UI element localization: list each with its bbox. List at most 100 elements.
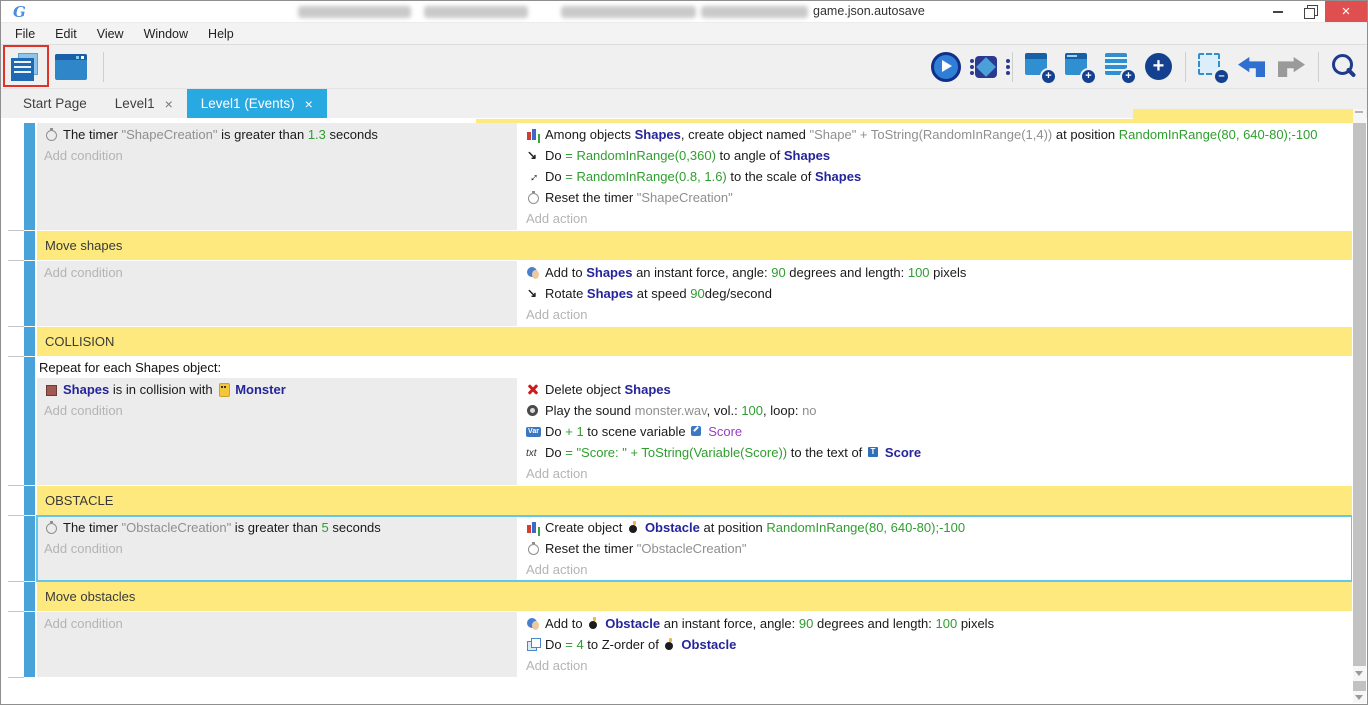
add-event-icon[interactable] [1023,51,1055,83]
text-segment: + 1 [565,424,583,439]
condition-line[interactable]: The timer "ShapeCreation" is greater tha… [37,124,517,145]
vertical-scrollbar[interactable] [1353,109,1366,703]
text-segment: Reset the timer [545,541,637,556]
event-row[interactable]: The timer "ShapeCreation" is greater tha… [2,123,1352,230]
comment-box[interactable]: OBSTACLE [37,486,1352,515]
action-line[interactable]: Play the sound monster.wav, vol.: 100, l… [519,400,1352,421]
add-action-button[interactable]: Add action [519,208,1352,229]
action-line[interactable]: Delete object Shapes [519,379,1352,400]
text-segment: "ObstacleCreation" [122,520,232,535]
action-line[interactable]: Add to Obstacle an instant force, angle:… [519,613,1352,634]
condition-line[interactable]: Shapes is in collision with Monster [37,379,517,400]
scrollbar-thumb[interactable] [1353,123,1366,666]
text-segment: RandomInRange(80, 640-80);-100 [766,520,965,535]
comment-row[interactable]: OBSTACLE [2,486,1352,515]
action-line[interactable]: Among objects Shapes, create object name… [519,124,1352,145]
action-line[interactable]: Rotate Shapes at speed 90deg/second [519,283,1352,304]
text-segment: Shapes [586,265,632,280]
comment-label: Move obstacles [45,589,135,604]
event-row[interactable]: Repeat for each Shapes object:Shapes is … [2,357,1352,485]
add-condition-button[interactable]: Add condition [37,613,517,634]
text-segment: Do [545,169,565,184]
partial-comment-row [476,119,1353,123]
toolbar-separator [1185,52,1186,82]
add-subevent-icon[interactable] [1063,51,1095,83]
condition-line[interactable]: The timer "ObstacleCreation" is greater … [37,517,517,538]
tab-close-icon[interactable] [165,97,173,111]
scrollbar-thumb-fragment[interactable] [1353,681,1366,691]
add-action-button[interactable]: Add action [519,304,1352,325]
action-line[interactable]: Add to Shapes an instant force, angle: 9… [519,262,1352,283]
event-handle[interactable] [24,612,35,677]
comment-box[interactable]: Move shapes [37,231,1352,260]
tab-level1[interactable]: Level1 [101,89,187,118]
comment-box[interactable]: COLLISION [37,327,1352,356]
event-handle[interactable] [24,357,35,485]
scroll-down-arrow-icon[interactable] [1355,671,1363,676]
comment-row[interactable]: Move obstacles [2,582,1352,611]
action-line[interactable]: Create object Obstacle at position Rando… [519,517,1352,538]
event-handle[interactable] [24,231,35,260]
scroll-down-arrow-icon[interactable] [1355,695,1363,700]
add-action-button[interactable]: Add action [519,559,1352,580]
event-handle[interactable] [24,516,35,581]
scene-var-icon [689,425,704,438]
angle-icon [526,149,541,162]
action-line[interactable]: Reset the timer "ShapeCreation" [519,187,1352,208]
add-condition-button[interactable]: Add condition [37,400,517,421]
menu-edit[interactable]: Edit [45,27,87,41]
text-segment: 1.3 [308,127,326,142]
text-segment: Do [545,637,565,652]
add-action-button[interactable]: Add action [519,463,1352,484]
action-line[interactable]: Do = "Score: " + ToString(Variable(Score… [519,442,1352,463]
event-handle[interactable] [24,327,35,356]
comment-row[interactable]: COLLISION [2,327,1352,356]
event-handle[interactable] [24,261,35,326]
remove-event-icon[interactable] [1196,51,1228,83]
undo-icon[interactable] [1236,51,1268,83]
maximize-button[interactable] [1293,1,1323,22]
timer-icon [526,542,541,555]
event-handle[interactable] [24,123,35,230]
event-handle[interactable] [24,582,35,611]
comment-box[interactable]: Move obstacles [37,582,1352,611]
add-action-button[interactable]: Add action [519,655,1352,676]
event-row[interactable]: Add conditionAdd to Obstacle an instant … [2,612,1352,677]
tab-level1-events[interactable]: Level1 (Events) [187,89,327,118]
menu-help[interactable]: Help [198,27,244,41]
action-line[interactable]: Reset the timer "ObstacleCreation" [519,538,1352,559]
minimize-button[interactable] [1263,1,1293,22]
close-button[interactable] [1325,1,1367,22]
text-segment: "ShapeCreation" [637,190,733,205]
menu-file[interactable]: File [5,27,45,41]
action-line[interactable]: Do = RandomInRange(0,360) to angle of Sh… [519,145,1352,166]
event-row[interactable]: Add conditionAdd to Shapes an instant fo… [2,261,1352,326]
debug-icon[interactable] [970,51,1002,83]
scene-editor-icon[interactable] [55,51,87,83]
add-comment-icon[interactable] [1103,51,1135,83]
add-condition-button[interactable]: Add condition [37,538,517,559]
tab-start-page[interactable]: Start Page [9,89,101,118]
text-segment: degrees and length: [786,265,908,280]
event-handle[interactable] [24,486,35,515]
play-icon[interactable] [930,51,962,83]
action-line[interactable]: Do = 4 to Z-order of Obstacle [519,634,1352,655]
text-segment: Monster [235,382,286,397]
comment-row[interactable]: Move shapes [2,231,1352,260]
redo-icon[interactable] [1276,51,1308,83]
shape-icon [44,383,59,396]
add-circle-icon[interactable] [1143,51,1175,83]
event-row[interactable]: The timer "ObstacleCreation" is greater … [2,516,1352,581]
text-segment: Create object [545,520,626,535]
app-window: G game.json.autosave File Edit View Wind… [0,0,1368,705]
add-condition-button[interactable]: Add condition [37,145,517,166]
tab-close-icon[interactable] [305,97,313,111]
menu-window[interactable]: Window [134,27,198,41]
menu-view[interactable]: View [87,27,134,41]
text-segment: "Shape" + ToString(RandomInRange(1,4)) [810,127,1053,142]
action-line[interactable]: Do + 1 to scene variable Score [519,421,1352,442]
add-condition-button[interactable]: Add condition [37,262,517,283]
event-body: The timer "ObstacleCreation" is greater … [37,516,1352,581]
action-line[interactable]: Do = RandomInRange(0.8, 1.6) to the scal… [519,166,1352,187]
search-icon[interactable] [1329,51,1361,83]
